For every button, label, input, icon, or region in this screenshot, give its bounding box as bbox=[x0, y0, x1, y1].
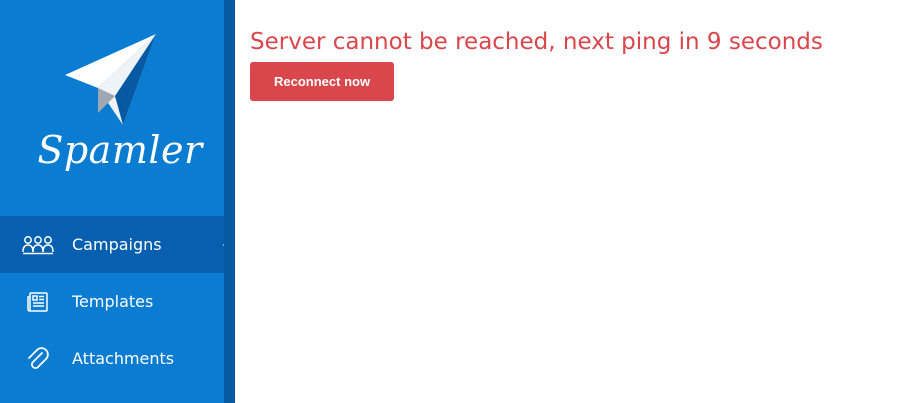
main-content: Server cannot be reached, next ping in 9… bbox=[250, 26, 910, 101]
sidebar-item-label: Attachments bbox=[72, 349, 175, 368]
reconnect-button[interactable]: Reconnect now bbox=[250, 62, 395, 101]
sidebar-item-templates[interactable]: Templates bbox=[0, 273, 224, 330]
sidebar-item-label: Templates bbox=[72, 292, 154, 311]
sidebar-edge bbox=[224, 0, 235, 403]
sidebar-item-attachments[interactable]: Attachments bbox=[0, 330, 224, 387]
connection-status-message: Server cannot be reached, next ping in 9… bbox=[250, 29, 823, 55]
sidebar-item-label: Campaigns bbox=[72, 235, 162, 254]
newspaper-icon bbox=[22, 290, 54, 314]
people-icon bbox=[22, 233, 54, 257]
sidebar-item-campaigns[interactable]: Campaigns bbox=[0, 216, 235, 273]
sidebar: Spamler Campaigns Templates Attachments bbox=[0, 0, 235, 403]
brand-logo-text: Spamler bbox=[37, 128, 203, 172]
paperclip-icon bbox=[22, 346, 54, 371]
sidebar-nav: Campaigns Templates Attachments bbox=[0, 216, 235, 387]
paper-plane-icon bbox=[65, 34, 156, 125]
app-window: Spamler Campaigns Templates Attachments … bbox=[0, 0, 914, 403]
